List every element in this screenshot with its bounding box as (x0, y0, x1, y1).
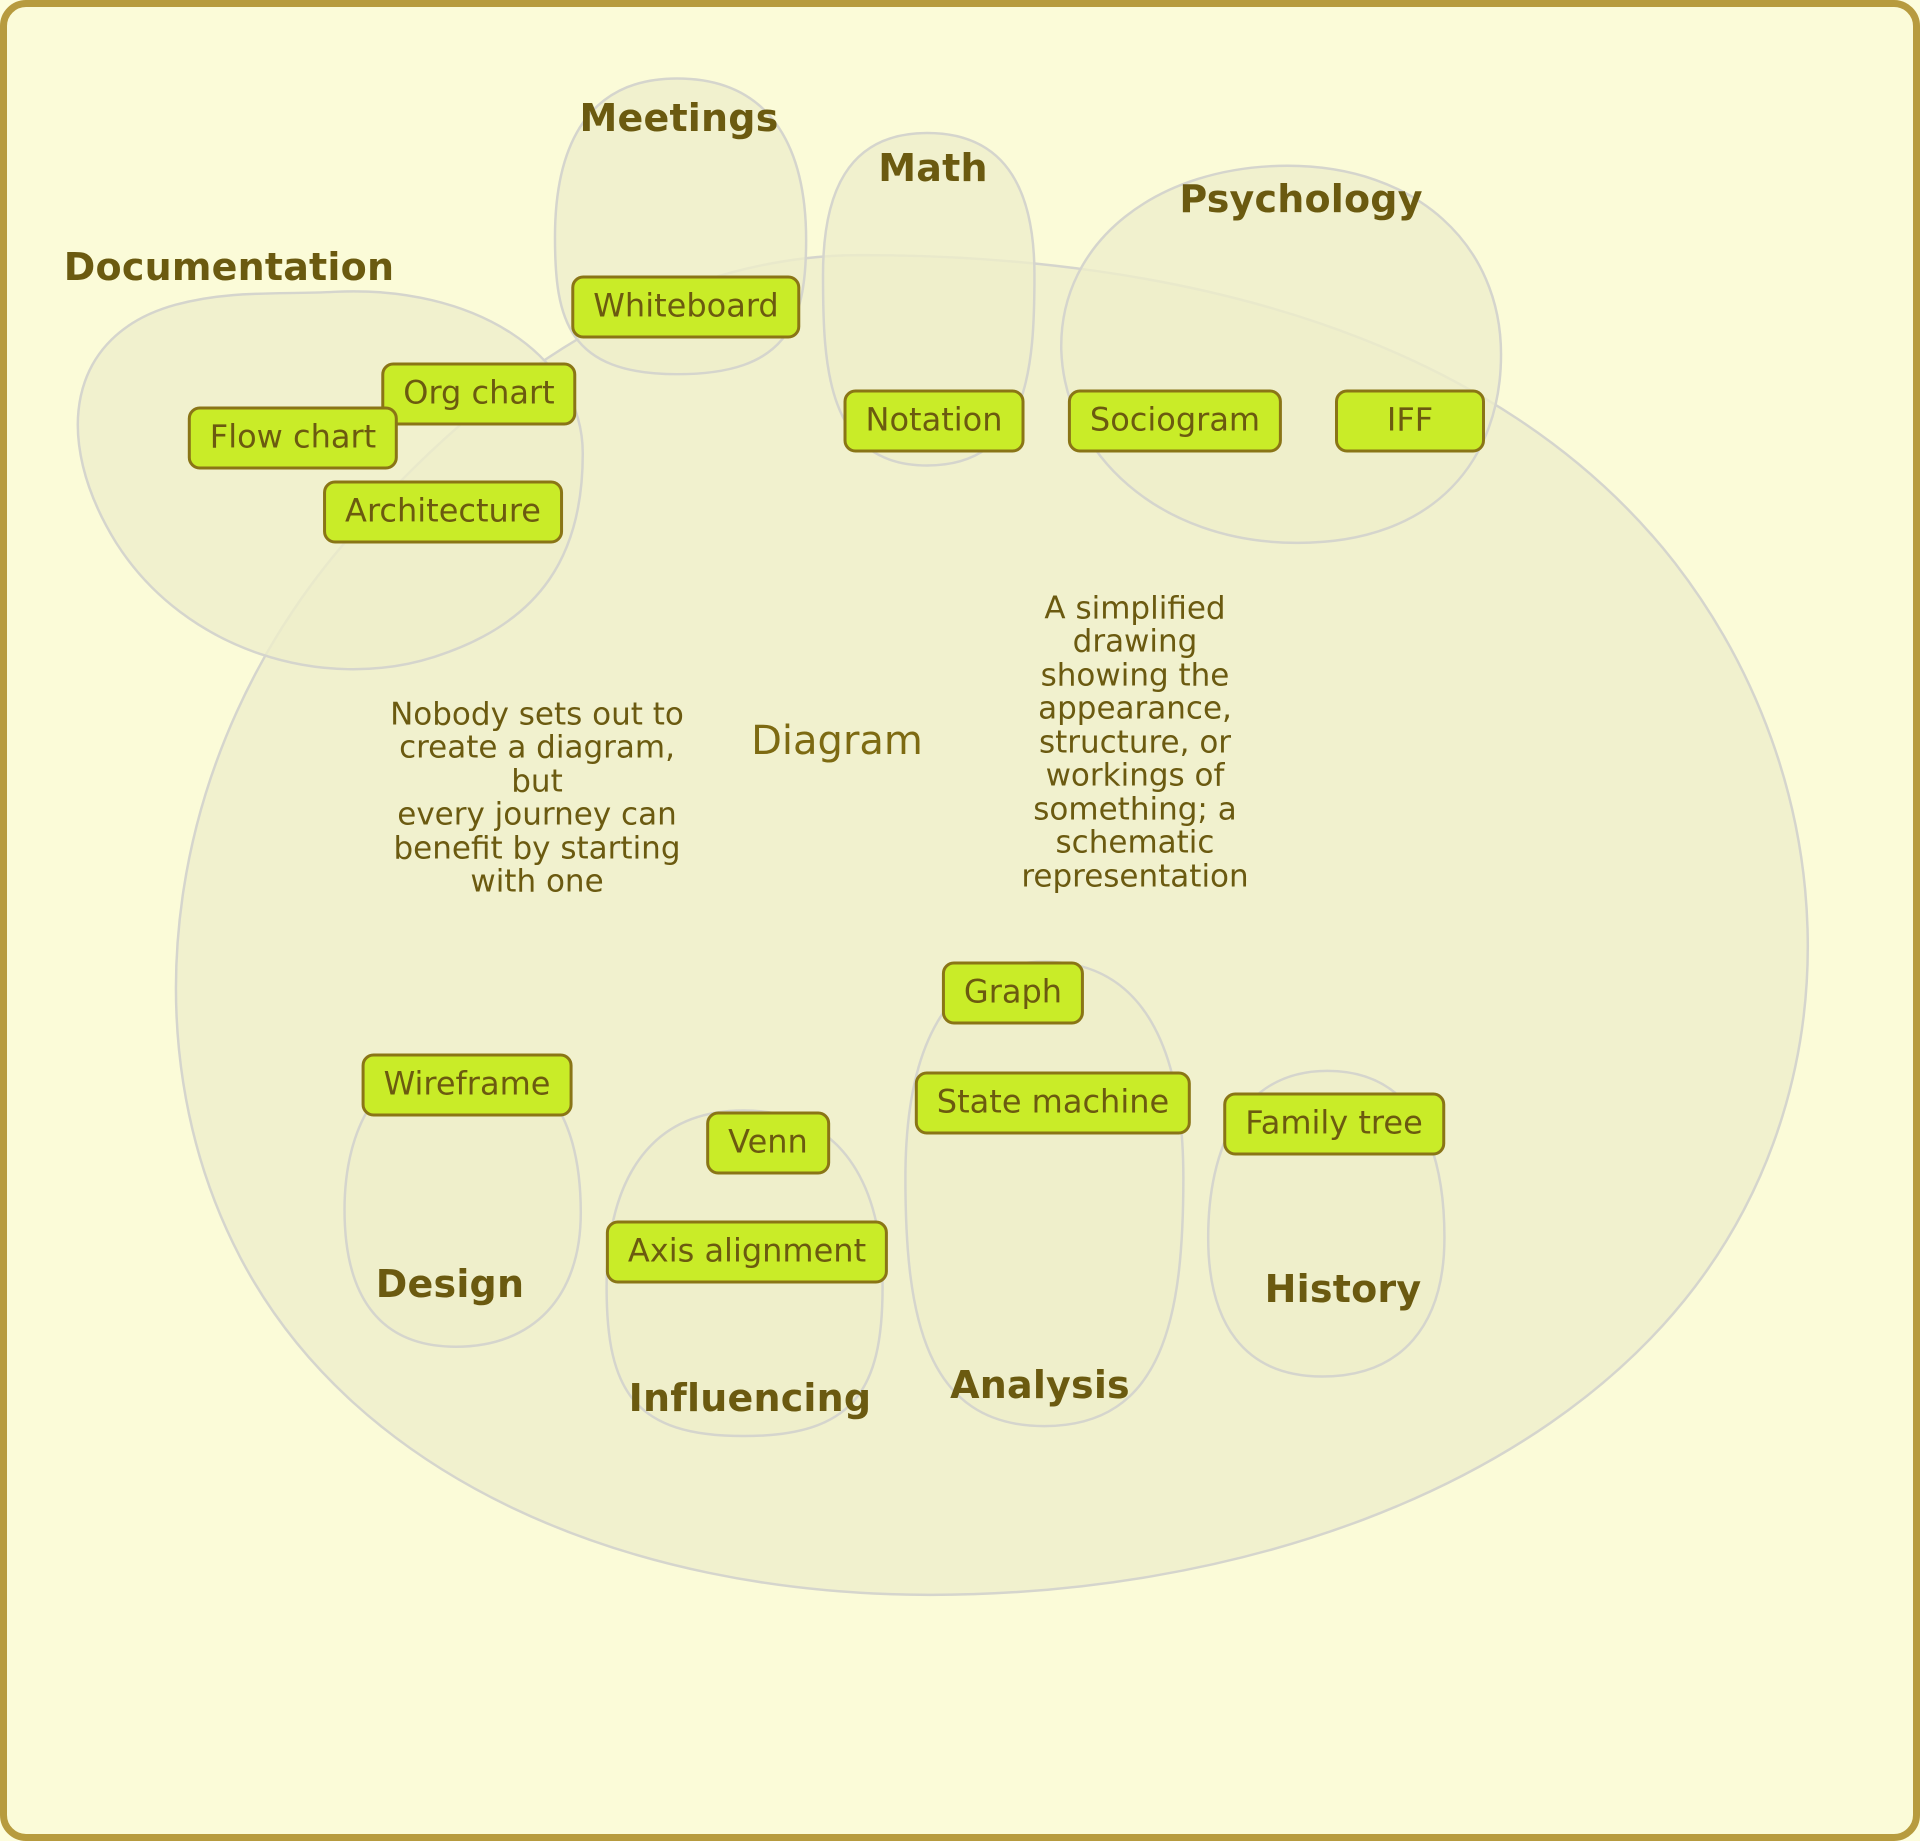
pill-flow-chart[interactable]: Flow chart (187, 406, 399, 470)
pill-axis-alignment[interactable]: Axis alignment (605, 1220, 889, 1284)
pill-family-tree[interactable]: Family tree (1223, 1092, 1445, 1156)
pill-venn[interactable]: Venn (706, 1111, 830, 1175)
pill-wireframe[interactable]: Wireframe (361, 1053, 573, 1117)
pill-iff[interactable]: IFF (1335, 389, 1485, 453)
pill-whiteboard[interactable]: Whiteboard (571, 275, 801, 339)
pill-state-machine[interactable]: State machine (914, 1071, 1192, 1135)
pill-notation[interactable]: Notation (843, 389, 1025, 453)
diagram-canvas: .blob { fill: #eeeeca; fill-opacity: 0.7… (0, 0, 1920, 1841)
left-blurb: Nobody sets out to create a diagram, but… (390, 696, 684, 900)
pill-graph[interactable]: Graph (941, 961, 1085, 1025)
blob-layer: .blob { fill: #eeeeca; fill-opacity: 0.7… (76, 77, 1810, 1597)
pill-org-chart[interactable]: Org chart (381, 362, 577, 426)
right-blurb: A simplified drawing showing the appeara… (1021, 590, 1249, 895)
blob-analysis (904, 960, 1185, 1428)
page-title: Diagram (751, 718, 923, 764)
pill-architecture[interactable]: Architecture (323, 480, 563, 544)
pill-sociogram[interactable]: Sociogram (1067, 389, 1283, 453)
